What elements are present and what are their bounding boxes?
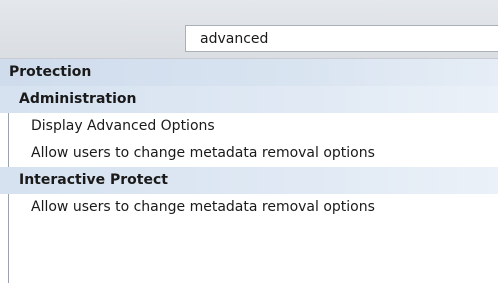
settings-window: Protection Administration Display Advanc… <box>0 0 498 283</box>
settings-tree: Protection Administration Display Advanc… <box>0 59 498 221</box>
tree-category-label: Protection <box>9 64 92 80</box>
tree-item-label: Allow users to change metadata removal o… <box>31 145 375 161</box>
tree-item-allow-metadata-removal-interactive[interactable]: Allow users to change metadata removal o… <box>0 194 498 221</box>
search-toolbar <box>0 0 498 59</box>
tree-category-protection[interactable]: Protection <box>0 59 498 86</box>
tree-item-display-advanced-options[interactable]: Display Advanced Options <box>0 113 498 140</box>
tree-item-label: Allow users to change metadata removal o… <box>31 199 375 215</box>
tree-item-label: Display Advanced Options <box>31 118 215 134</box>
tree-group-label: Administration <box>19 91 137 107</box>
tree-group-label: Interactive Protect <box>19 172 168 188</box>
search-input[interactable] <box>185 25 498 52</box>
tree-group-administration[interactable]: Administration <box>0 86 498 113</box>
tree-group-interactive-protect[interactable]: Interactive Protect <box>0 167 498 194</box>
tree-item-allow-metadata-removal-admin[interactable]: Allow users to change metadata removal o… <box>0 140 498 167</box>
